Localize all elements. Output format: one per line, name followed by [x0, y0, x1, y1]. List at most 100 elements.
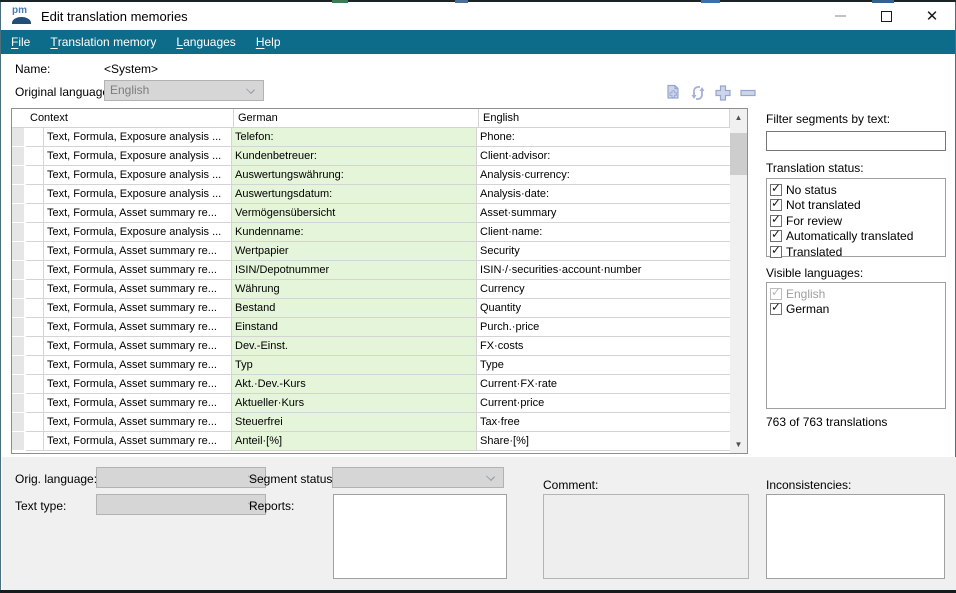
- table-row[interactable]: Text, Formula, Asset summary re...TypTyp…: [12, 356, 730, 375]
- english-cell[interactable]: Phone:: [477, 128, 730, 147]
- table-row[interactable]: Text, Formula, Asset summary re...Wertpa…: [12, 242, 730, 261]
- scroll-up-icon[interactable]: ▲: [730, 109, 747, 126]
- german-cell[interactable]: Aktueller·Kurs: [232, 394, 477, 413]
- context-cell[interactable]: Text, Formula, Exposure analysis ...: [44, 166, 232, 185]
- table-row[interactable]: Text, Formula, Asset summary re...Währun…: [12, 280, 730, 299]
- table-row[interactable]: Text, Formula, Asset summary re...Bestan…: [12, 299, 730, 318]
- reports-listbox[interactable]: [333, 494, 507, 579]
- checkbox-german[interactable]: ✓German: [770, 302, 942, 318]
- checkbox-icon[interactable]: ✓: [770, 246, 782, 258]
- english-cell[interactable]: Purch.·price: [477, 318, 730, 337]
- checkbox-translated[interactable]: ✓Translated: [770, 244, 942, 260]
- german-cell[interactable]: Währung: [232, 280, 477, 299]
- english-cell[interactable]: Type: [477, 356, 730, 375]
- checkbox-not-translated[interactable]: ✓Not translated: [770, 198, 942, 214]
- maximize-button[interactable]: [863, 2, 909, 30]
- scrollbar-thumb[interactable]: [730, 133, 747, 175]
- menu-item-languages[interactable]: Languages: [166, 30, 245, 54]
- context-cell[interactable]: Text, Formula, Asset summary re...: [44, 413, 232, 432]
- table-row[interactable]: Text, Formula, Asset summary re...Einsta…: [12, 318, 730, 337]
- checkbox-icon[interactable]: ✓: [770, 184, 782, 196]
- remove-icon[interactable]: [738, 84, 758, 102]
- context-cell[interactable]: Text, Formula, Asset summary re...: [44, 299, 232, 318]
- table-row[interactable]: Text, Formula, Exposure analysis ...Tele…: [12, 128, 730, 147]
- table-row[interactable]: Text, Formula, Asset summary re...Akt.·D…: [12, 375, 730, 394]
- filter-segments-input[interactable]: [766, 131, 946, 151]
- english-cell[interactable]: Client·name:: [477, 223, 730, 242]
- context-cell[interactable]: Text, Formula, Asset summary re...: [44, 242, 232, 261]
- inconsistencies-listbox[interactable]: [766, 494, 945, 579]
- menu-item-file[interactable]: File: [1, 30, 40, 54]
- checkbox-icon[interactable]: ✓: [770, 303, 782, 315]
- checkbox-no-status[interactable]: ✓No status: [770, 182, 942, 198]
- refresh-icon[interactable]: [688, 84, 708, 102]
- table-row[interactable]: Text, Formula, Asset summary re...Vermög…: [12, 204, 730, 223]
- german-cell[interactable]: ISIN/Depotnummer: [232, 261, 477, 280]
- scroll-down-icon[interactable]: ▼: [730, 436, 747, 453]
- context-cell[interactable]: Text, Formula, Asset summary re...: [44, 356, 232, 375]
- context-cell[interactable]: Text, Formula, Asset summary re...: [44, 280, 232, 299]
- table-row[interactable]: Text, Formula, Asset summary re...Dev.-E…: [12, 337, 730, 356]
- german-cell[interactable]: Wertpapier: [232, 242, 477, 261]
- row-header[interactable]: [12, 394, 26, 413]
- row-header[interactable]: [12, 299, 26, 318]
- german-cell[interactable]: Auswertungswährung:: [232, 166, 477, 185]
- german-cell[interactable]: Dev.-Einst.: [232, 337, 477, 356]
- checkbox-icon[interactable]: ✓: [770, 199, 782, 211]
- english-cell[interactable]: Asset·summary: [477, 204, 730, 223]
- checkbox-for-review[interactable]: ✓For review: [770, 213, 942, 229]
- english-cell[interactable]: Analysis·currency:: [477, 166, 730, 185]
- row-header[interactable]: [12, 375, 26, 394]
- english-cell[interactable]: Share·[%]: [477, 432, 730, 451]
- menu-item-help[interactable]: Help: [246, 30, 291, 54]
- table-row[interactable]: Text, Formula, Asset summary re...Steuer…: [12, 413, 730, 432]
- vertical-scrollbar[interactable]: ▲ ▼: [730, 109, 747, 453]
- column-header-context[interactable]: Context: [12, 109, 234, 128]
- english-cell[interactable]: Client·advisor:: [477, 147, 730, 166]
- german-cell[interactable]: Akt.·Dev.-Kurs: [232, 375, 477, 394]
- german-cell[interactable]: Typ: [232, 356, 477, 375]
- german-cell[interactable]: Vermögensübersicht: [232, 204, 477, 223]
- german-cell[interactable]: Anteil·[%]: [232, 432, 477, 451]
- english-cell[interactable]: Security: [477, 242, 730, 261]
- row-header[interactable]: [12, 166, 26, 185]
- checkbox-icon[interactable]: ✓: [770, 230, 782, 242]
- context-cell[interactable]: Text, Formula, Exposure analysis ...: [44, 128, 232, 147]
- add-icon[interactable]: [713, 84, 733, 102]
- german-cell[interactable]: Steuerfrei: [232, 413, 477, 432]
- context-cell[interactable]: Text, Formula, Asset summary re...: [44, 394, 232, 413]
- english-cell[interactable]: FX·costs: [477, 337, 730, 356]
- checkbox-icon[interactable]: ✓: [770, 215, 782, 227]
- column-header-english[interactable]: English: [479, 109, 730, 128]
- english-cell[interactable]: Tax·free: [477, 413, 730, 432]
- english-cell[interactable]: Analysis·date:: [477, 185, 730, 204]
- row-header[interactable]: [12, 242, 26, 261]
- context-cell[interactable]: Text, Formula, Exposure analysis ...: [44, 185, 232, 204]
- row-header[interactable]: [12, 147, 26, 166]
- row-header[interactable]: [12, 261, 26, 280]
- english-cell[interactable]: Currency: [477, 280, 730, 299]
- checkbox-automatically-translated[interactable]: ✓Automatically translated: [770, 229, 942, 245]
- table-row[interactable]: Text, Formula, Asset summary re...Anteil…: [12, 432, 730, 451]
- row-header[interactable]: [12, 280, 26, 299]
- row-header[interactable]: [12, 337, 26, 356]
- english-cell[interactable]: Current·FX·rate: [477, 375, 730, 394]
- german-cell[interactable]: Einstand: [232, 318, 477, 337]
- table-row[interactable]: Text, Formula, Exposure analysis ...Ausw…: [12, 185, 730, 204]
- context-cell[interactable]: Text, Formula, Asset summary re...: [44, 337, 232, 356]
- context-cell[interactable]: Text, Formula, Asset summary re...: [44, 375, 232, 394]
- close-button[interactable]: ✕: [909, 2, 955, 30]
- german-cell[interactable]: Kundenname:: [232, 223, 477, 242]
- context-cell[interactable]: Text, Formula, Asset summary re...: [44, 261, 232, 280]
- english-cell[interactable]: Current·price: [477, 394, 730, 413]
- row-header[interactable]: [12, 204, 26, 223]
- row-header[interactable]: [12, 432, 26, 451]
- table-row[interactable]: Text, Formula, Asset summary re...ISIN/D…: [12, 261, 730, 280]
- german-cell[interactable]: Telefon:: [232, 128, 477, 147]
- german-cell[interactable]: Kundenbetreuer:: [232, 147, 477, 166]
- german-cell[interactable]: Auswertungsdatum:: [232, 185, 477, 204]
- table-row[interactable]: Text, Formula, Exposure analysis ...Ausw…: [12, 166, 730, 185]
- row-header[interactable]: [12, 128, 26, 147]
- table-row[interactable]: Text, Formula, Asset summary re...Aktuel…: [12, 394, 730, 413]
- english-cell[interactable]: ISIN·/·securities·account·number: [477, 261, 730, 280]
